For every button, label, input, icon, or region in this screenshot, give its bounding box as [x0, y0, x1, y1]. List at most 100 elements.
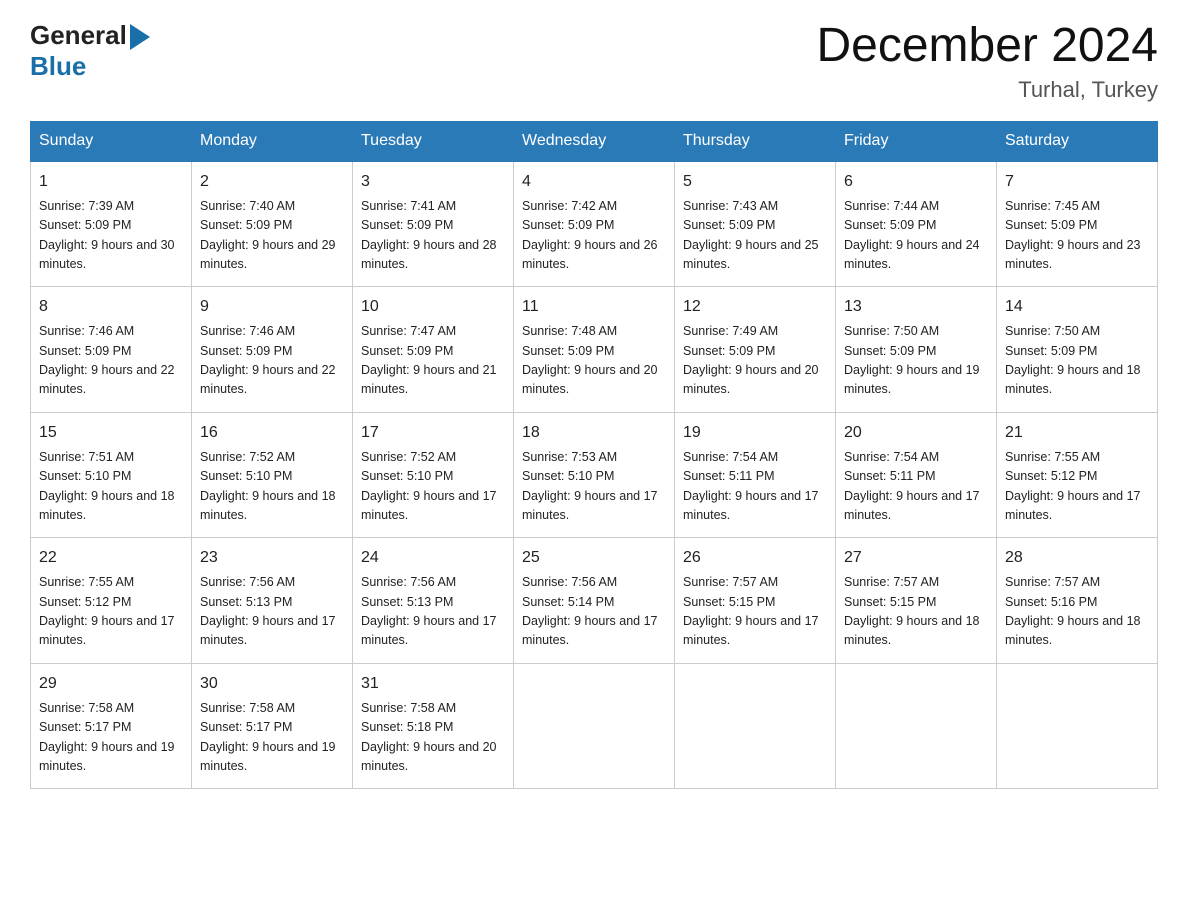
day-info: Sunrise: 7:41 AMSunset: 5:09 PMDaylight:… [361, 197, 505, 275]
day-number: 3 [361, 170, 505, 194]
table-row: 31 Sunrise: 7:58 AMSunset: 5:18 PMDayligh… [353, 663, 514, 789]
calendar-week-row: 8 Sunrise: 7:46 AMSunset: 5:09 PMDaylight… [31, 287, 1158, 413]
table-row: 9Sunrise: 7:46 AMSunset: 5:09 PMDaylight… [192, 287, 353, 413]
table-row: 1 Sunrise: 7:39 AMSunset: 5:09 PMDaylight… [31, 161, 192, 287]
table-row: 12 Sunrise: 7:49 AMSunset: 5:09 PMDayligh… [675, 287, 836, 413]
calendar-week-row: 15 Sunrise: 7:51 AMSunset: 5:10 PMDayligh… [31, 412, 1158, 538]
day-info: Sunrise: 7:55 AMSunset: 5:12 PMDaylight:… [39, 573, 183, 651]
day-number: 15 [39, 421, 183, 445]
day-info: Sunrise: 7:48 AMSunset: 5:09 PMDaylight:… [522, 322, 666, 400]
table-row: 13 Sunrise: 7:50 AMSunset: 5:09 PMDayligh… [836, 287, 997, 413]
day-number: 12 [683, 295, 827, 319]
day-info: Sunrise: 7:45 AMSunset: 5:09 PMDaylight:… [1005, 197, 1149, 275]
table-row: 8 Sunrise: 7:46 AMSunset: 5:09 PMDaylight… [31, 287, 192, 413]
day-number: 2 [200, 170, 344, 194]
day-number: 20 [844, 421, 988, 445]
day-number: 8 [39, 295, 183, 319]
day-number: 6 [844, 170, 988, 194]
table-row [514, 663, 675, 789]
table-row: 3 Sunrise: 7:41 AMSunset: 5:09 PMDaylight… [353, 161, 514, 287]
table-row: 10 Sunrise: 7:47 AMSunset: 5:09 PMDayligh… [353, 287, 514, 413]
table-row [836, 663, 997, 789]
day-info: Sunrise: 7:56 AMSunset: 5:13 PMDaylight:… [361, 573, 505, 651]
table-row: 29Sunrise: 7:58 AMSunset: 5:17 PMDayligh… [31, 663, 192, 789]
day-info: Sunrise: 7:46 AMSunset: 5:09 PMDaylight:… [39, 322, 183, 400]
day-info: Sunrise: 7:49 AMSunset: 5:09 PMDaylight:… [683, 322, 827, 400]
day-info: Sunrise: 7:44 AMSunset: 5:09 PMDaylight:… [844, 197, 988, 275]
location-subtitle: Turhal, Turkey [816, 77, 1158, 103]
table-row: 30 Sunrise: 7:58 AMSunset: 5:17 PMDayligh… [192, 663, 353, 789]
table-row: 5Sunrise: 7:43 AMSunset: 5:09 PMDaylight… [675, 161, 836, 287]
day-number: 16 [200, 421, 344, 445]
day-info: Sunrise: 7:58 AMSunset: 5:17 PMDaylight:… [200, 699, 344, 777]
day-number: 4 [522, 170, 666, 194]
day-number: 28 [1005, 546, 1149, 570]
day-info: Sunrise: 7:54 AMSunset: 5:11 PMDaylight:… [844, 448, 988, 526]
col-wednesday: Wednesday [514, 121, 675, 161]
day-number: 19 [683, 421, 827, 445]
day-info: Sunrise: 7:58 AMSunset: 5:17 PMDaylight:… [39, 699, 183, 777]
day-number: 10 [361, 295, 505, 319]
page-header: General Blue December 2024 Turhal, Turke… [30, 20, 1158, 103]
table-row: 26Sunrise: 7:57 AMSunset: 5:15 PMDayligh… [675, 538, 836, 664]
table-row: 7 Sunrise: 7:45 AMSunset: 5:09 PMDaylight… [997, 161, 1158, 287]
table-row: 24Sunrise: 7:56 AMSunset: 5:13 PMDayligh… [353, 538, 514, 664]
day-number: 23 [200, 546, 344, 570]
logo-blue-text: Blue [30, 51, 150, 82]
table-row: 21Sunrise: 7:55 AMSunset: 5:12 PMDayligh… [997, 412, 1158, 538]
day-number: 13 [844, 295, 988, 319]
day-info: Sunrise: 7:53 AMSunset: 5:10 PMDaylight:… [522, 448, 666, 526]
col-sunday: Sunday [31, 121, 192, 161]
logo-general-text: General [30, 20, 127, 51]
table-row: 6 Sunrise: 7:44 AMSunset: 5:09 PMDaylight… [836, 161, 997, 287]
day-info: Sunrise: 7:56 AMSunset: 5:14 PMDaylight:… [522, 573, 666, 651]
table-row: 16 Sunrise: 7:52 AMSunset: 5:10 PMDayligh… [192, 412, 353, 538]
table-row: 15 Sunrise: 7:51 AMSunset: 5:10 PMDayligh… [31, 412, 192, 538]
table-row: 25 Sunrise: 7:56 AMSunset: 5:14 PMDayligh… [514, 538, 675, 664]
day-number: 14 [1005, 295, 1149, 319]
day-info: Sunrise: 7:50 AMSunset: 5:09 PMDaylight:… [1005, 322, 1149, 400]
day-info: Sunrise: 7:52 AMSunset: 5:10 PMDaylight:… [361, 448, 505, 526]
table-row: 27 Sunrise: 7:57 AMSunset: 5:15 PMDayligh… [836, 538, 997, 664]
day-info: Sunrise: 7:39 AMSunset: 5:09 PMDaylight:… [39, 197, 183, 275]
calendar-table: Sunday Monday Tuesday Wednesday Thursday… [30, 121, 1158, 790]
month-year-title: December 2024 [816, 20, 1158, 73]
day-number: 18 [522, 421, 666, 445]
table-row: 11Sunrise: 7:48 AMSunset: 5:09 PMDayligh… [514, 287, 675, 413]
col-monday: Monday [192, 121, 353, 161]
calendar-week-row: 29Sunrise: 7:58 AMSunset: 5:17 PMDayligh… [31, 663, 1158, 789]
day-number: 17 [361, 421, 505, 445]
table-row: 17 Sunrise: 7:52 AMSunset: 5:10 PMDayligh… [353, 412, 514, 538]
table-row [997, 663, 1158, 789]
day-info: Sunrise: 7:50 AMSunset: 5:09 PMDaylight:… [844, 322, 988, 400]
day-number: 27 [844, 546, 988, 570]
day-info: Sunrise: 7:58 AMSunset: 5:18 PMDaylight:… [361, 699, 505, 777]
day-info: Sunrise: 7:55 AMSunset: 5:12 PMDaylight:… [1005, 448, 1149, 526]
day-number: 5 [683, 170, 827, 194]
day-number: 7 [1005, 170, 1149, 194]
table-row: 19Sunrise: 7:54 AMSunset: 5:11 PMDayligh… [675, 412, 836, 538]
table-row: 28Sunrise: 7:57 AMSunset: 5:16 PMDayligh… [997, 538, 1158, 664]
calendar-week-row: 1 Sunrise: 7:39 AMSunset: 5:09 PMDaylight… [31, 161, 1158, 287]
day-info: Sunrise: 7:52 AMSunset: 5:10 PMDaylight:… [200, 448, 344, 526]
table-row [675, 663, 836, 789]
col-tuesday: Tuesday [353, 121, 514, 161]
col-friday: Friday [836, 121, 997, 161]
day-info: Sunrise: 7:47 AMSunset: 5:09 PMDaylight:… [361, 322, 505, 400]
col-thursday: Thursday [675, 121, 836, 161]
day-number: 30 [200, 672, 344, 696]
day-info: Sunrise: 7:51 AMSunset: 5:10 PMDaylight:… [39, 448, 183, 526]
day-info: Sunrise: 7:57 AMSunset: 5:15 PMDaylight:… [844, 573, 988, 651]
table-row: 23Sunrise: 7:56 AMSunset: 5:13 PMDayligh… [192, 538, 353, 664]
table-row: 18 Sunrise: 7:53 AMSunset: 5:10 PMDayligh… [514, 412, 675, 538]
table-row: 14 Sunrise: 7:50 AMSunset: 5:09 PMDayligh… [997, 287, 1158, 413]
col-saturday: Saturday [997, 121, 1158, 161]
table-row: 20 Sunrise: 7:54 AMSunset: 5:11 PMDayligh… [836, 412, 997, 538]
day-number: 25 [522, 546, 666, 570]
table-row: 22Sunrise: 7:55 AMSunset: 5:12 PMDayligh… [31, 538, 192, 664]
day-info: Sunrise: 7:40 AMSunset: 5:09 PMDaylight:… [200, 197, 344, 275]
day-number: 31 [361, 672, 505, 696]
day-info: Sunrise: 7:46 AMSunset: 5:09 PMDaylight:… [200, 322, 344, 400]
day-number: 1 [39, 170, 183, 194]
calendar-header-row: Sunday Monday Tuesday Wednesday Thursday… [31, 121, 1158, 161]
